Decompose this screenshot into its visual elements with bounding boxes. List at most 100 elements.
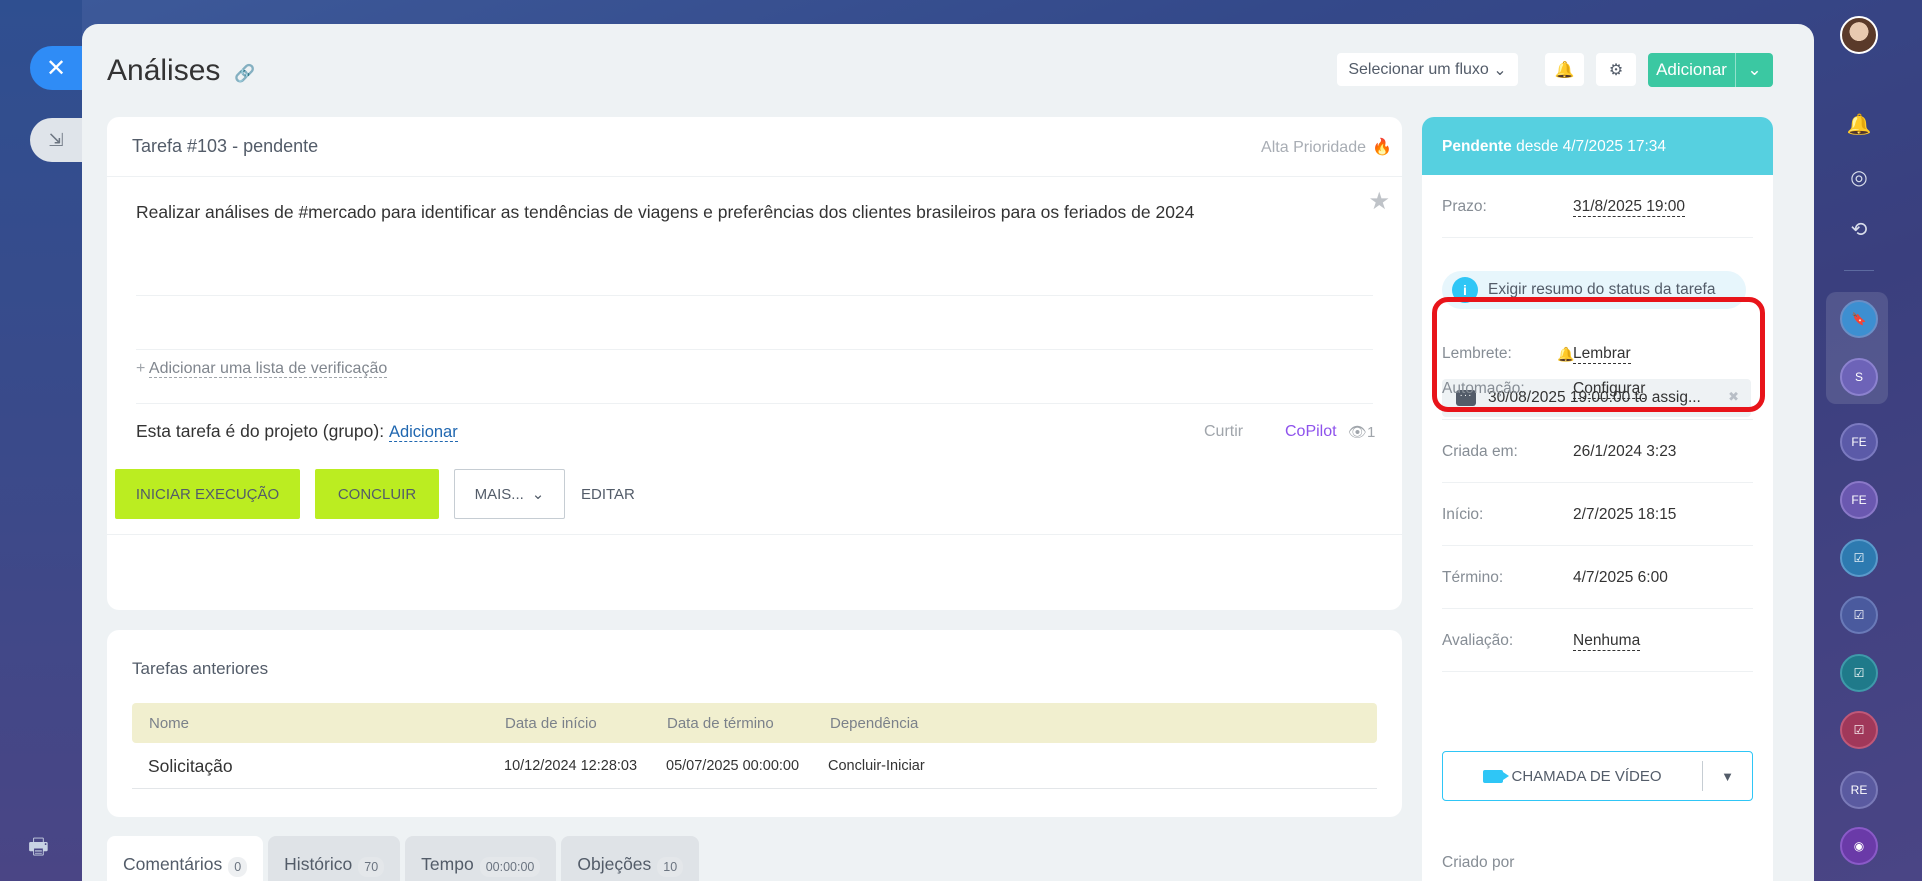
start-button[interactable]: INICIAR EXECUÇÃO bbox=[115, 469, 300, 519]
more-label: MAIS... bbox=[474, 485, 524, 503]
col-start: Data de início bbox=[505, 715, 597, 732]
divider bbox=[136, 403, 1373, 404]
tab-history[interactable]: Histórico 70 bbox=[268, 836, 401, 881]
video-call-main[interactable]: CHAMADA DE VÍDEO bbox=[1443, 761, 1703, 791]
rating-value[interactable]: Nenhuma bbox=[1573, 632, 1641, 651]
end-label: Término: bbox=[1442, 569, 1504, 586]
like-link[interactable]: Curtir bbox=[1204, 423, 1243, 441]
tab-count: 00:00:00 bbox=[479, 857, 541, 877]
close-icon[interactable]: ✕ bbox=[30, 46, 82, 90]
chevron-down-icon[interactable]: ⌄ bbox=[1736, 60, 1773, 80]
deadline-row: Prazo: 31/8/2025 19:00 bbox=[1442, 175, 1753, 238]
tab-label: Tempo bbox=[421, 854, 474, 874]
tab-label: Comentários bbox=[123, 854, 223, 874]
divider bbox=[136, 349, 1373, 350]
project-text: Esta tarefa é do projeto (grupo): bbox=[136, 421, 385, 441]
copilot-link[interactable]: CoPilot bbox=[1285, 423, 1337, 441]
flow-select-label: Selecionar um fluxo bbox=[1348, 60, 1489, 78]
rating-label: Avaliação: bbox=[1442, 632, 1514, 649]
avatar-initials[interactable]: RE bbox=[1840, 771, 1878, 809]
created-label: Criada em: bbox=[1442, 443, 1518, 460]
bookmark-icon[interactable]: 🔖 bbox=[1840, 300, 1878, 338]
tab-comments[interactable]: Comentários 0 bbox=[107, 836, 264, 881]
status-since: desde 4/7/2025 17:34 bbox=[1516, 138, 1667, 155]
page-title: Análises bbox=[107, 54, 221, 87]
add-checklist[interactable]: + Adicionar uma lista de verificação bbox=[136, 360, 388, 378]
start-row: Início: 2/7/2025 18:15 bbox=[1442, 483, 1753, 546]
task-card: Tarefa #103 - pendente Alta Prioridade 🔥… bbox=[107, 117, 1402, 610]
video-call-button[interactable]: CHAMADA DE VÍDEO ▼ bbox=[1442, 751, 1753, 801]
bell-icon[interactable]: 🔔 bbox=[1545, 53, 1584, 86]
add-button[interactable]: Adicionar ⌄ bbox=[1648, 53, 1773, 87]
status-badge: Pendente desde 4/7/2025 17:34 bbox=[1422, 117, 1773, 175]
add-button-label: Adicionar bbox=[1648, 53, 1736, 87]
tab-label: Objeções bbox=[577, 854, 652, 874]
copilot-icon[interactable]: ◉ bbox=[1840, 827, 1878, 865]
task-title: Tarefa #103 - pendente bbox=[132, 136, 319, 156]
col-name: Nome bbox=[149, 715, 190, 732]
tab-objections[interactable]: Objeções 10 bbox=[561, 836, 700, 881]
task-check-icon[interactable]: ☑ bbox=[1840, 654, 1878, 692]
previous-tasks-card: Tarefas anteriores Nome Data de início D… bbox=[107, 630, 1402, 817]
flow-select[interactable]: Selecionar um fluxo ⌄ bbox=[1337, 53, 1518, 86]
edit-button[interactable]: EDITAR bbox=[581, 486, 635, 503]
print-icon[interactable]: 🖶 bbox=[28, 830, 49, 868]
created-row: Criada em: 26/1/2024 3:23 bbox=[1442, 420, 1753, 483]
status-label: Pendente bbox=[1442, 138, 1512, 155]
task-header: Tarefa #103 - pendente Alta Prioridade 🔥 bbox=[107, 117, 1402, 177]
plus-label: + bbox=[136, 360, 146, 377]
end-value: 4/7/2025 6:00 bbox=[1573, 569, 1668, 586]
divider bbox=[136, 295, 1373, 296]
tab-count: 10 bbox=[657, 857, 684, 877]
tab-label: Histórico bbox=[284, 854, 353, 874]
tab-time[interactable]: Tempo 00:00:00 bbox=[405, 836, 557, 881]
initials-label: S bbox=[1854, 370, 1863, 384]
tab-count: 0 bbox=[228, 857, 248, 877]
task-check-icon[interactable]: ☑ bbox=[1840, 711, 1878, 749]
start-label: Início: bbox=[1442, 506, 1484, 523]
rating-row: Avaliação: Nenhuma bbox=[1442, 609, 1753, 672]
end-row: Término: 4/7/2025 6:00 bbox=[1442, 546, 1753, 609]
camera-icon bbox=[1483, 769, 1510, 783]
copy-link-icon[interactable]: 🔗 bbox=[234, 64, 255, 84]
views-count: 👁1 bbox=[1348, 423, 1375, 441]
complete-button[interactable]: CONCLUIR bbox=[315, 469, 439, 519]
task-sidebar: Pendente desde 4/7/2025 17:34 Prazo: 31/… bbox=[1422, 117, 1773, 881]
initials-label: FE bbox=[1851, 493, 1867, 507]
deadline-value[interactable]: 31/8/2025 19:00 bbox=[1573, 198, 1686, 217]
video-call-label: CHAMADA DE VÍDEO bbox=[1511, 767, 1662, 785]
avatar-initials[interactable]: FE bbox=[1840, 481, 1878, 519]
col-end: Data de término bbox=[667, 715, 774, 732]
reminder-highlight bbox=[1432, 297, 1765, 412]
views-number: 1 bbox=[1367, 424, 1376, 441]
initials-label: FE bbox=[1851, 435, 1867, 449]
chevron-down-icon: ⌄ bbox=[531, 486, 545, 503]
sync-icon[interactable]: ⟲ bbox=[1840, 210, 1878, 248]
eye-icon: 👁 bbox=[1348, 424, 1368, 441]
add-project-link[interactable]: Adicionar bbox=[388, 423, 458, 442]
avatar-initials[interactable]: S bbox=[1840, 358, 1878, 396]
flame-icon[interactable]: 🔥 bbox=[1372, 137, 1392, 157]
more-button[interactable]: MAIS... ⌄ bbox=[454, 469, 565, 519]
minimize-icon[interactable]: ⇲ bbox=[30, 118, 82, 162]
table-row[interactable]: Solicitação 10/12/2024 12:28:03 05/07/20… bbox=[132, 743, 1377, 789]
tab-count: 70 bbox=[358, 857, 385, 877]
notifications-bell-icon[interactable]: 🔔 bbox=[1840, 105, 1878, 143]
row-start: 10/12/2024 12:28:03 bbox=[504, 758, 638, 774]
gear-icon[interactable]: ⚙ bbox=[1596, 53, 1636, 86]
divider bbox=[1844, 270, 1874, 271]
created-value: 26/1/2024 3:23 bbox=[1573, 443, 1677, 460]
task-check-icon[interactable]: ☑ bbox=[1840, 596, 1878, 634]
priority-label[interactable]: Alta Prioridade bbox=[1261, 139, 1366, 157]
row-name[interactable]: Solicitação bbox=[148, 756, 233, 777]
star-icon[interactable]: ★ bbox=[1368, 187, 1390, 216]
chevron-down-icon: ⌄ bbox=[1493, 61, 1507, 79]
chevron-down-icon[interactable]: ▼ bbox=[1703, 769, 1752, 784]
avatar[interactable] bbox=[1840, 16, 1878, 54]
deadline-label: Prazo: bbox=[1442, 198, 1487, 215]
avatar-initials[interactable]: FE bbox=[1840, 423, 1878, 461]
task-check-icon[interactable]: ☑ bbox=[1840, 539, 1878, 577]
add-checklist-link[interactable]: Adicionar uma lista de verificação bbox=[148, 360, 388, 378]
target-icon[interactable]: ◎ bbox=[1840, 158, 1878, 196]
previous-tasks-title: Tarefas anteriores bbox=[132, 659, 269, 678]
